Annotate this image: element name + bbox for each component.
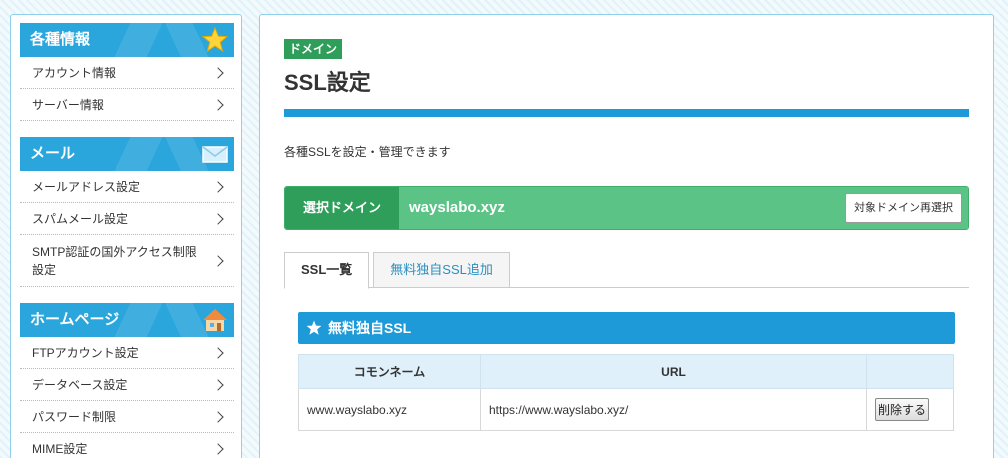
sidebar-item-label: サーバー情報 (32, 98, 104, 112)
sidebar-head-homepage: ホームページ (20, 303, 234, 337)
cell-url: https://www.wayslabo.xyz/ (480, 388, 867, 431)
column-header-url: URL (480, 354, 867, 389)
sidebar-section-homepage: ホームページ FTPアカウント設定 データベース設定 パスワード制限 MIME設… (20, 303, 234, 458)
sidebar-head-info: 各種情報 (20, 23, 234, 57)
sidebar-item-password-restriction[interactable]: パスワード制限 (20, 401, 234, 433)
chevron-right-icon (212, 98, 224, 111)
sidebar: 各種情報 アカウント情報 サーバー情報 メール メールアドレス設定 スパムメール… (10, 14, 242, 458)
chevron-right-icon (212, 180, 224, 193)
sidebar-item-label: パスワード制限 (32, 410, 117, 424)
sidebar-item-label: アカウント情報 (32, 66, 117, 80)
free-ssl-section-header: 無料独自SSL (298, 312, 955, 344)
sidebar-item-smtp-restriction[interactable]: SMTP認証の国外アクセス制限設定 (20, 235, 234, 287)
selected-domain-bar: 選択ドメイン wayslabo.xyz 対象ドメイン再選択 (284, 186, 969, 230)
table-header-row: コモンネーム URL (298, 354, 954, 389)
star-icon (306, 320, 322, 335)
chevron-right-icon (212, 410, 224, 423)
column-header-common-name: コモンネーム (298, 354, 481, 389)
sidebar-item-ftp-account[interactable]: FTPアカウント設定 (20, 337, 234, 369)
sidebar-item-server-info[interactable]: サーバー情報 (20, 89, 234, 121)
ssl-tabs: SSL一覧 無料独自SSL追加 (284, 252, 969, 289)
chevron-right-icon (212, 442, 224, 455)
page-description: 各種SSLを設定・管理できます (284, 145, 451, 159)
section-title: 無料独自SSL (328, 320, 412, 336)
page-title: SSL設定 (284, 70, 371, 95)
category-tag: ドメイン (284, 39, 343, 59)
sidebar-item-label: MIME設定 (32, 442, 88, 456)
column-header-actions (866, 354, 954, 389)
sidebar-item-label: SMTP認証の国外アクセス制限設定 (32, 244, 197, 277)
tab-ssl-list[interactable]: SSL一覧 (284, 252, 370, 289)
chevron-right-icon (212, 212, 224, 225)
sidebar-section-info: 各種情報 アカウント情報 サーバー情報 (20, 23, 234, 121)
sidebar-item-spam-mail[interactable]: スパムメール設定 (20, 203, 234, 235)
chevron-right-icon (212, 254, 224, 267)
house-icon (203, 309, 227, 331)
sidebar-item-database[interactable]: データベース設定 (20, 369, 234, 401)
sidebar-item-label: メールアドレス設定 (32, 180, 141, 194)
title-divider (284, 109, 969, 117)
sidebar-item-label: データベース設定 (32, 378, 128, 392)
sidebar-item-mime[interactable]: MIME設定 (20, 433, 234, 458)
sidebar-head-title: 各種情報 (30, 31, 91, 48)
chevron-right-icon (212, 346, 224, 359)
selected-domain-value-area: wayslabo.xyz 対象ドメイン再選択 (399, 187, 968, 229)
selected-domain-label: 選択ドメイン (285, 187, 399, 229)
cell-actions: 削除する (866, 388, 954, 431)
sidebar-item-account-info[interactable]: アカウント情報 (20, 57, 234, 89)
ssl-table: コモンネーム URL www.wayslabo.xyz https://www.… (298, 354, 954, 431)
delete-button[interactable]: 削除する (875, 398, 930, 421)
mail-icon (202, 146, 228, 163)
sidebar-item-label: FTPアカウント設定 (32, 346, 139, 360)
sidebar-head-mail: メール (20, 137, 234, 171)
cell-common-name: www.wayslabo.xyz (298, 388, 481, 431)
chevron-right-icon (212, 66, 224, 79)
sidebar-item-label: スパムメール設定 (32, 212, 129, 226)
chevron-right-icon (212, 378, 224, 391)
sidebar-section-mail: メール メールアドレス設定 スパムメール設定 SMTP認証の国外アクセス制限設定 (20, 137, 234, 287)
star-icon (202, 27, 228, 53)
sidebar-head-title: メール (30, 145, 76, 162)
tab-add-free-ssl[interactable]: 無料独自SSL追加 (373, 252, 510, 288)
sidebar-head-title: ホームページ (30, 311, 120, 328)
table-row: www.wayslabo.xyz https://www.wayslabo.xy… (298, 388, 954, 431)
reselect-domain-button[interactable]: 対象ドメイン再選択 (845, 193, 962, 223)
sidebar-item-mail-address[interactable]: メールアドレス設定 (20, 171, 234, 203)
selected-domain-value: wayslabo.xyz (409, 199, 505, 216)
main-panel: ドメイン SSL設定 各種SSLを設定・管理できます 選択ドメイン waysla… (259, 14, 994, 458)
